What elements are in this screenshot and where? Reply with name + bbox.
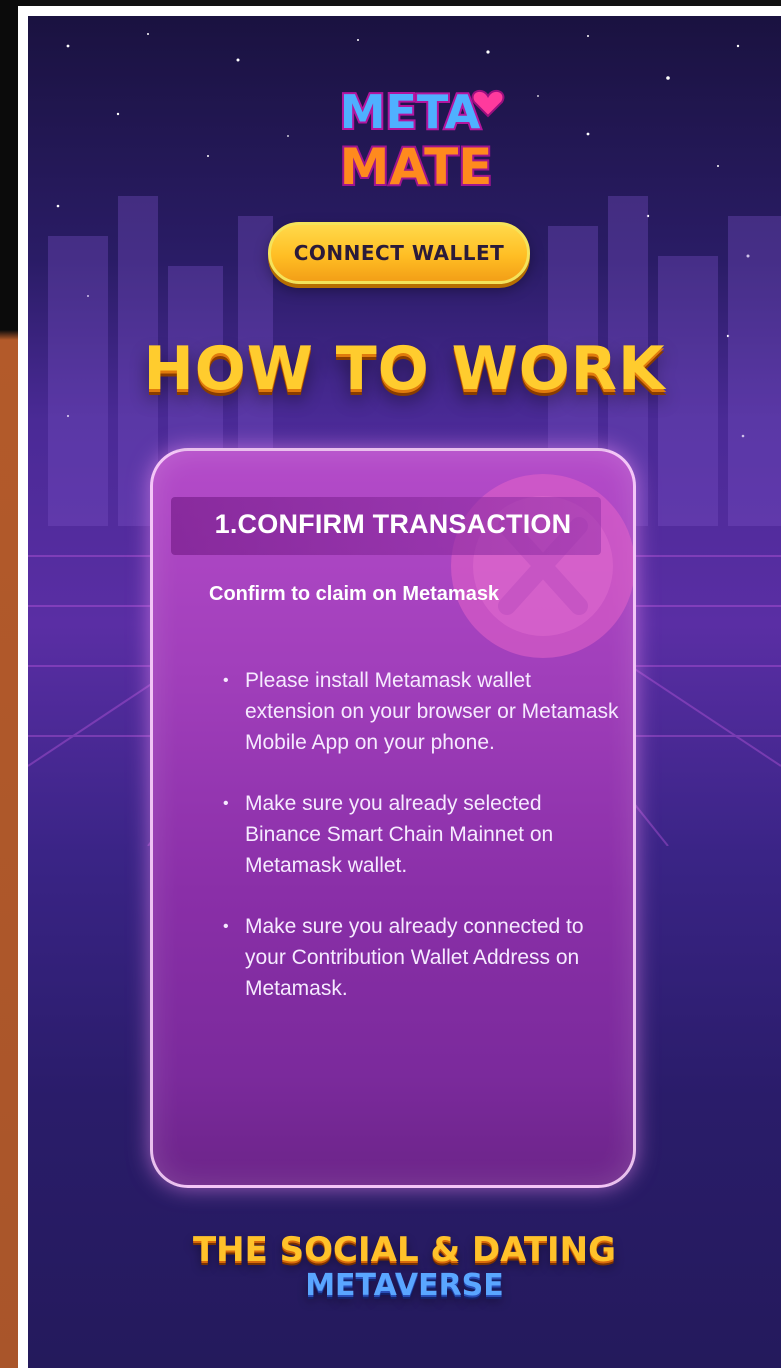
list-item: Make sure you already connected to your …	[223, 911, 623, 1004]
tagline-line-2: METAVERSE	[305, 1268, 504, 1303]
list-item: Make sure you already selected Binance S…	[223, 788, 623, 881]
instruction-card: 1.CONFIRM TRANSACTION Confirm to claim o…	[150, 448, 636, 1188]
metamate-logo: META MATE	[338, 83, 505, 198]
svg-text:MATE: MATE	[340, 138, 493, 196]
list-item: Please install Metamask wallet extension…	[223, 665, 623, 758]
app-screen: META MATE CONNECT WALLET HOW TO WORK 1.C…	[28, 16, 781, 1368]
connect-wallet-button[interactable]: CONNECT WALLET	[268, 222, 530, 284]
footer-tagline: THE SOCIAL & DATING METAVERSE	[28, 1230, 781, 1303]
step-title: 1.CONFIRM TRANSACTION	[214, 509, 572, 539]
tagline-line-1: THE SOCIAL & DATING	[192, 1230, 617, 1270]
page-title: HOW TO WORK	[143, 334, 666, 404]
step-subtitle: Confirm to claim on Metamask	[209, 583, 500, 605]
svg-text:META: META	[340, 85, 481, 139]
instruction-list: Please install Metamask wallet extension…	[223, 665, 623, 1034]
